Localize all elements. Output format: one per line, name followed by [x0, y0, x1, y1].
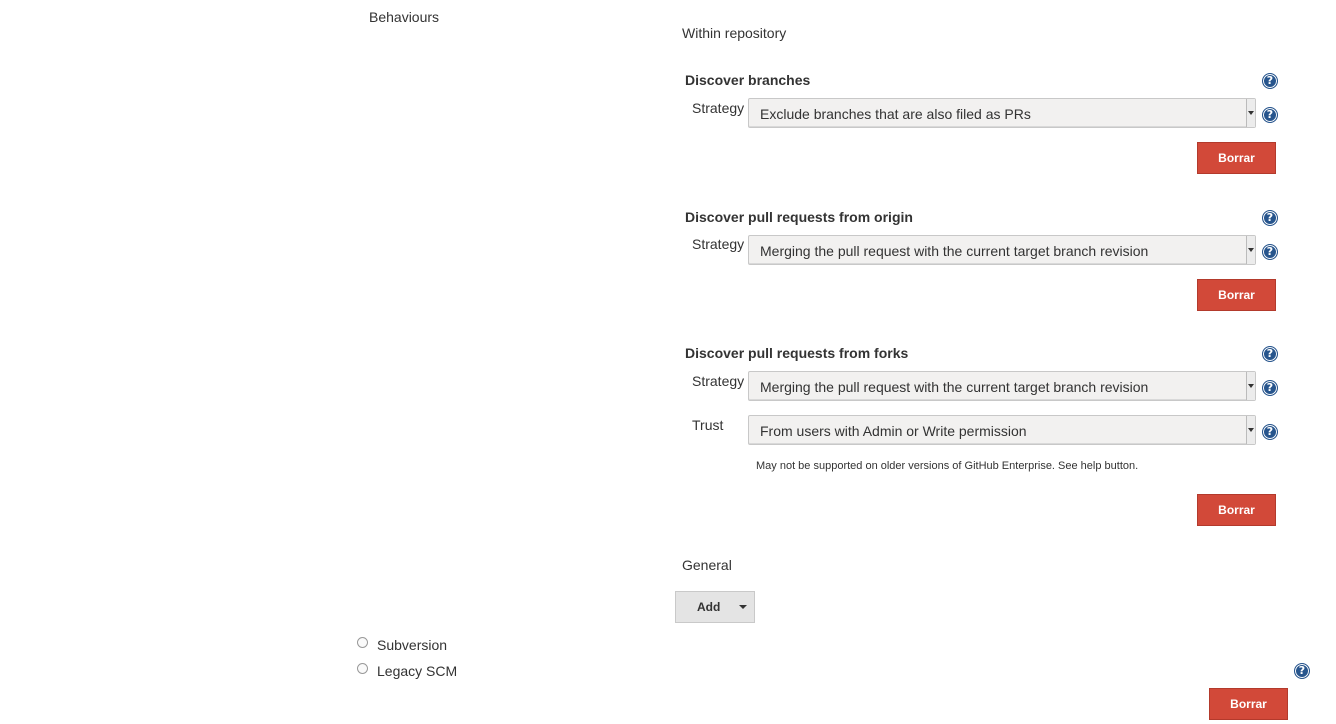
- discover-branches-title: Discover branches: [685, 72, 811, 88]
- help-icon[interactable]: [1262, 210, 1278, 226]
- radio-legacy-scm-label[interactable]: Legacy SCM: [377, 663, 457, 679]
- radio-subversion-label[interactable]: Subversion: [377, 637, 447, 653]
- branches-strategy-select[interactable]: Exclude branches that are also filed as …: [748, 98, 1256, 128]
- branches-strategy-value: Exclude branches that are also filed as …: [760, 106, 1031, 122]
- help-icon[interactable]: [1262, 107, 1278, 123]
- discover-pr-origin-title: Discover pull requests from origin: [685, 209, 913, 225]
- pr-origin-strategy-select[interactable]: Merging the pull request with the curren…: [748, 235, 1256, 265]
- caret-down-icon: [739, 605, 747, 609]
- help-icon[interactable]: [1294, 663, 1310, 679]
- help-icon[interactable]: [1262, 244, 1278, 260]
- help-icon[interactable]: [1262, 380, 1278, 396]
- general-label: General: [682, 557, 732, 573]
- within-repository-label: Within repository: [682, 25, 787, 41]
- strategy-label: Strategy: [692, 373, 745, 389]
- pr-forks-trust-value: From users with Admin or Write permissio…: [760, 423, 1027, 439]
- pr-forks-strategy-value: Merging the pull request with the curren…: [760, 379, 1149, 395]
- help-icon[interactable]: [1262, 73, 1278, 89]
- chevron-down-icon: [1246, 416, 1255, 444]
- radio-legacy-scm[interactable]: [357, 663, 368, 674]
- delete-discover-branches-button[interactable]: Borrar: [1197, 142, 1276, 174]
- discover-pr-forks-title: Discover pull requests from forks: [685, 345, 909, 361]
- chevron-down-icon: [1246, 372, 1255, 400]
- behaviours-label: Behaviours: [369, 9, 440, 25]
- radio-subversion[interactable]: [357, 637, 368, 648]
- delete-scm-button[interactable]: Borrar: [1209, 688, 1288, 720]
- strategy-label: Strategy: [692, 236, 745, 252]
- trust-label: Trust: [692, 417, 724, 433]
- trust-note: May not be supported on older versions o…: [756, 460, 1139, 472]
- add-button-label: Add: [697, 600, 721, 614]
- chevron-down-icon: [1246, 99, 1255, 127]
- strategy-label: Strategy: [692, 100, 745, 116]
- add-behaviour-button[interactable]: Add: [675, 591, 755, 623]
- pr-forks-trust-select[interactable]: From users with Admin or Write permissio…: [748, 415, 1256, 445]
- help-icon[interactable]: [1262, 346, 1278, 362]
- pr-forks-strategy-select[interactable]: Merging the pull request with the curren…: [748, 371, 1256, 401]
- delete-discover-pr-origin-button[interactable]: Borrar: [1197, 279, 1276, 311]
- chevron-down-icon: [1246, 236, 1255, 264]
- delete-discover-pr-forks-button[interactable]: Borrar: [1197, 494, 1276, 526]
- pr-origin-strategy-value: Merging the pull request with the curren…: [760, 243, 1149, 259]
- help-icon[interactable]: [1262, 424, 1278, 440]
